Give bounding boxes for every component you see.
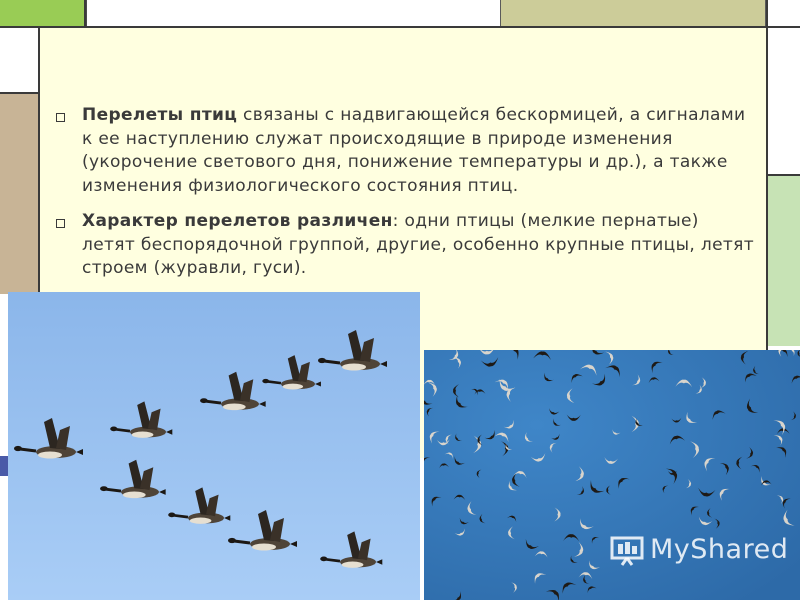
deco-tan-block-left [0,94,38,294]
watermark: MyShared [606,532,796,576]
bullet-2-bold: Характер перелетов различен [82,211,393,231]
square-bullet-icon [56,113,65,122]
geese-photo-svg [8,292,420,600]
frame-line-upper [0,92,40,94]
deco-green-block-right [768,176,800,346]
deco-white-block-left [0,28,38,92]
frame-line-left-inner [84,0,86,28]
deco-green-block-top [0,0,86,26]
bullet-list: Перелеты птиц связаны с надвигающейся бе… [56,104,756,293]
square-bullet-icon [56,219,65,228]
deco-white-block-right [768,28,800,174]
frame-line-right-mid [766,174,800,176]
watermark-text: MyShared [650,534,789,565]
geese-photo [8,292,420,600]
bullet-item-2: Характер перелетов различен: одни птицы … [56,210,756,281]
bullet-1-bold: Перелеты птиц [82,105,238,125]
frame-line-right [766,0,768,352]
deco-white-block-topright [768,0,800,26]
flock-photo: MyShared [424,350,800,600]
frame-line-top [0,26,800,28]
deco-white-block-top [86,0,500,26]
bullet-item-1: Перелеты птиц связаны с надвигающейся бе… [56,104,756,198]
presentation-board-icon [610,536,644,566]
